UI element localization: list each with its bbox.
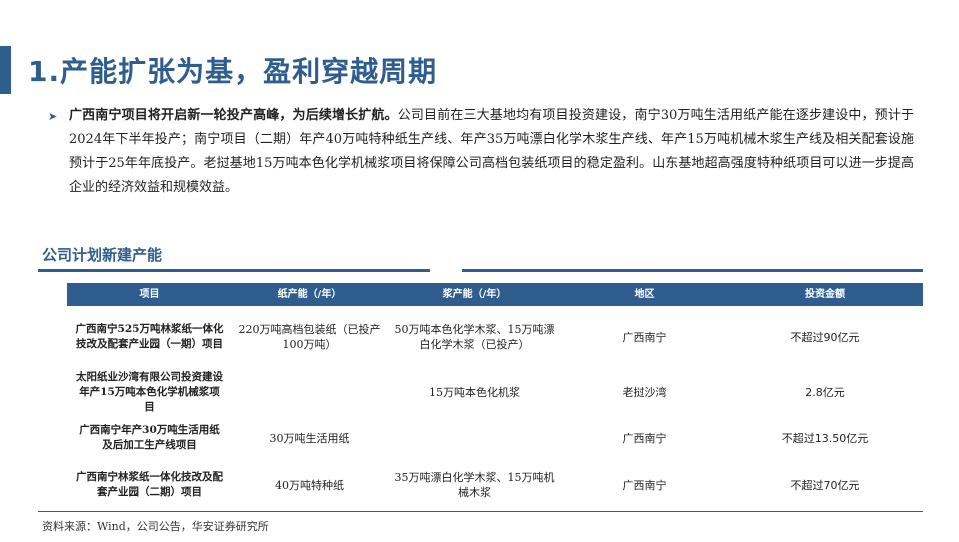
source-note: 资料来源：Wind，公司公告，华安证券研究所 — [42, 520, 269, 533]
header-investment: 投资金额 — [727, 283, 923, 306]
cell-region: 广西南宁 — [622, 330, 667, 344]
bullet-lead: 广西南宁项目将开启新一轮投产高峰，为后续增长扩航。 — [69, 108, 398, 123]
cell-pulp-capacity — [387, 416, 562, 460]
capacity-table: 项目 纸产能（/年） 浆产能（/年） 地区 投资金额 广西南宁525万吨林浆纸一… — [67, 283, 923, 510]
table-title: 公司计划新建产能 — [42, 246, 163, 264]
table-header-row: 项目 纸产能（/年） 浆产能（/年） 地区 投资金额 — [67, 283, 923, 306]
cell-region: 老挝沙湾 — [622, 385, 667, 399]
cell-region: 广西南宁 — [622, 478, 667, 492]
title-accent-bar — [0, 46, 11, 94]
header-paper-capacity: 纸产能（/年） — [232, 283, 387, 306]
cell-region: 广西南宁 — [622, 431, 667, 445]
rule-gap — [430, 268, 462, 273]
table-row: 广西南宁林浆纸一体化技改及配套产业园（二期）项目 40万吨特种纸 35万吨漂白化… — [67, 460, 923, 510]
cell-paper-capacity: 220万吨高档包装纸（已投产100万吨） — [238, 323, 381, 351]
cell-paper-capacity: 40万吨特种纸 — [275, 478, 344, 492]
cell-project: 广西南宁525万吨林浆纸一体化技改及配套产业园（一期）项目 — [75, 323, 224, 350]
cell-investment: 不超过13.50亿元 — [781, 431, 869, 445]
cell-pulp-capacity: 35万吨漂白化学木浆、15万吨机械木浆 — [394, 471, 555, 499]
table-row: 广西南宁525万吨林浆纸一体化技改及配套产业园（一期）项目 220万吨高档包装纸… — [67, 306, 923, 368]
header-pulp-capacity: 浆产能（/年） — [387, 283, 562, 306]
table-bottom-rule — [38, 511, 923, 512]
header-project: 项目 — [67, 283, 232, 306]
cell-investment: 不超过70亿元 — [790, 478, 860, 492]
bullet-arrow-icon: ➤ — [48, 110, 58, 123]
header-region: 地区 — [562, 283, 727, 306]
cell-paper-capacity — [232, 368, 387, 416]
cell-project: 广西南宁年产30万吨生活用纸及后加工生产线项目 — [79, 424, 220, 451]
page-title: 1.产能扩张为基，盈利穿越周期 — [28, 55, 438, 88]
cell-pulp-capacity: 50万吨本色化学木浆、15万吨漂白化学木浆（已投产） — [394, 323, 555, 351]
cell-investment: 2.8亿元 — [805, 385, 845, 399]
bullet-text-block: 广西南宁项目将开启新一轮投产高峰，为后续增长扩航。公司目前在三大基地均有项目投资… — [69, 104, 914, 200]
cell-paper-capacity: 30万吨生活用纸 — [269, 431, 350, 445]
cell-project: 广西南宁林浆纸一体化技改及配套产业园（二期）项目 — [76, 471, 223, 498]
bullet-paragraph: ➤ 广西南宁项目将开启新一轮投产高峰，为后续增长扩航。公司目前在三大基地均有项目… — [48, 104, 914, 200]
table-row: 广西南宁年产30万吨生活用纸及后加工生产线项目 30万吨生活用纸 广西南宁 不超… — [67, 416, 923, 460]
cell-pulp-capacity: 15万吨本色化机浆 — [429, 385, 520, 399]
table-title-rule — [38, 269, 923, 272]
cell-investment: 不超过90亿元 — [790, 330, 860, 344]
cell-project: 太阳纸业沙湾有限公司投资建设年产15万吨本色化学机械浆项目 — [76, 370, 223, 413]
table-row: 太阳纸业沙湾有限公司投资建设年产15万吨本色化学机械浆项目 15万吨本色化机浆 … — [67, 368, 923, 416]
